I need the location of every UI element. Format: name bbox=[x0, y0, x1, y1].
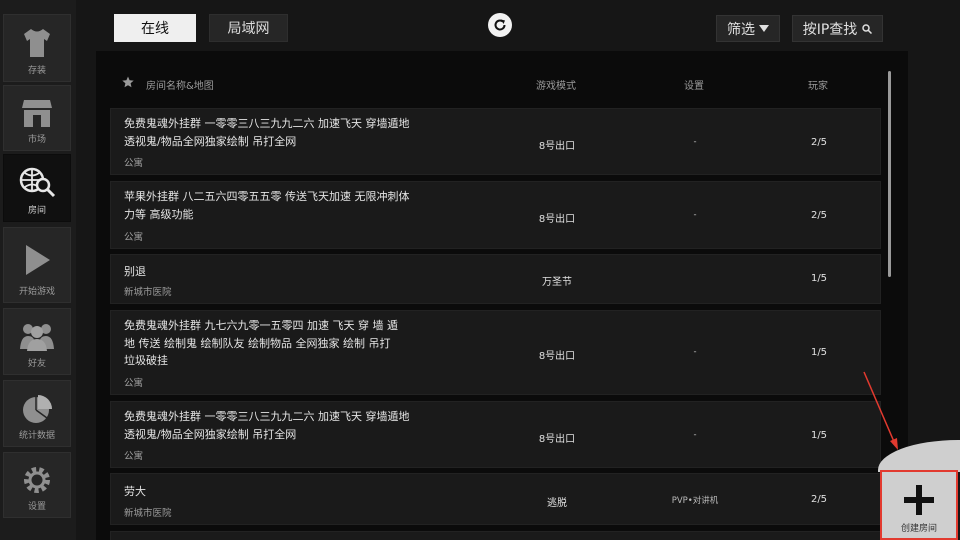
room-map: 公寓 bbox=[124, 232, 144, 243]
room-players: 2/5 bbox=[810, 494, 828, 505]
room-mode: 万圣节 bbox=[542, 277, 572, 288]
room-title: 劳大 bbox=[124, 485, 146, 498]
room-title: 免费鬼魂外挂群 一零零三八三九九二六 加速飞天 穿墙遁地 透视鬼/物品全网独家绘… bbox=[124, 410, 410, 441]
search-icon bbox=[862, 23, 873, 34]
table-row[interactable]: 免费鬼魂外挂群 一零零三八三九九二六 加速飞天 穿墙遁地 透视鬼/物品全网独家绘… bbox=[110, 401, 881, 468]
tab-online[interactable]: 在线 bbox=[114, 14, 196, 42]
shop-icon bbox=[22, 100, 52, 127]
table-row[interactable]: 劳大 新城市医院 逃脱 PVP•对讲机 2/5 bbox=[110, 473, 881, 525]
filter-button[interactable]: 筛选 bbox=[716, 15, 780, 42]
filter-label: 筛选 bbox=[727, 21, 755, 38]
pie-chart-icon bbox=[23, 395, 52, 423]
caret-down-icon bbox=[759, 24, 769, 32]
room-title: 免费鬼魂外挂群 一零零三八三九九二六 加速飞天 穿墙遁地 透视鬼/物品全网独家绘… bbox=[124, 117, 410, 148]
nav-stats[interactable]: 统计数据 bbox=[3, 380, 71, 447]
scrollbar[interactable] bbox=[888, 71, 891, 277]
room-players: 2/5 bbox=[810, 137, 828, 148]
room-players: 2/5 bbox=[810, 210, 828, 221]
nav-label: 统计数据 bbox=[18, 431, 55, 441]
tab-lan[interactable]: 局域网 bbox=[209, 14, 288, 42]
table-row[interactable]: 苹果外挂群 八二五六四零五五零 传送飞天加速 无限冲刺体力等 高级功能 公寓 8… bbox=[110, 181, 881, 249]
plus-icon bbox=[904, 485, 934, 515]
room-title: 别退 bbox=[124, 265, 146, 278]
room-mode: 逃脱 bbox=[547, 498, 567, 509]
gear-icon bbox=[24, 467, 50, 493]
room-settings: - bbox=[693, 137, 697, 147]
nav-market[interactable]: 市场 bbox=[3, 85, 71, 151]
table-row[interactable]: 别退 新城市医院 万圣节 1/5 bbox=[110, 254, 881, 304]
nav-label: 开始游戏 bbox=[18, 287, 55, 297]
room-settings: - bbox=[693, 430, 697, 440]
refresh-icon bbox=[494, 19, 506, 31]
nav-label: 设置 bbox=[27, 502, 46, 512]
create-room-button[interactable]: 创建房间 bbox=[880, 470, 958, 540]
room-settings: - bbox=[693, 210, 697, 220]
header-settings: 设置 bbox=[684, 81, 704, 92]
room-map: 新城市医院 bbox=[124, 287, 172, 298]
globe-search-icon bbox=[19, 167, 56, 198]
nav-label: 房间 bbox=[27, 206, 46, 216]
room-map: 新城市医院 bbox=[124, 508, 172, 519]
ip-search-button[interactable]: 按IP查找 bbox=[792, 15, 883, 42]
friends-icon bbox=[20, 324, 54, 351]
room-map: 公寓 bbox=[124, 158, 144, 169]
room-title: 免费鬼魂外挂群 九七六九零一五零四 加速 飞天 穿 墙 遁地 传送 绘制鬼 绘制… bbox=[124, 319, 398, 367]
room-mode: 8号出口 bbox=[538, 351, 576, 362]
room-players: 1/5 bbox=[810, 347, 828, 358]
room-mode: 8号出口 bbox=[538, 434, 576, 445]
play-icon bbox=[26, 245, 50, 275]
table-row[interactable]: 免费鬼魂外挂群 一零零三八三九九二六 加速飞天 穿墙遁地 透视鬼/物品全网独家绘… bbox=[110, 108, 881, 175]
nav-friends[interactable]: 好友 bbox=[3, 308, 71, 375]
nav-wardrobe[interactable]: 存装 bbox=[3, 14, 71, 82]
sidebar: 存装 市场 房间 开始游戏 好友 统计数据 设置 bbox=[0, 0, 76, 540]
room-settings: - bbox=[693, 347, 697, 357]
ip-search-label: 按IP查找 bbox=[802, 21, 858, 38]
header-name: 房间名称&地图 bbox=[146, 81, 214, 92]
room-mode: 8号出口 bbox=[538, 141, 576, 152]
nav-settings[interactable]: 设置 bbox=[3, 452, 71, 518]
room-map: 公寓 bbox=[124, 451, 144, 462]
header-mode: 游戏模式 bbox=[536, 81, 576, 92]
nav-label: 好友 bbox=[27, 359, 46, 369]
room-list-panel: 房间名称&地图 游戏模式 设置 玩家 免费鬼魂外挂群 一零零三八三九九二六 加速… bbox=[96, 51, 908, 540]
shirt-icon bbox=[24, 29, 50, 57]
star-icon[interactable] bbox=[122, 76, 134, 88]
refresh-button[interactable] bbox=[488, 13, 512, 37]
create-room-label: 创建房间 bbox=[900, 524, 937, 534]
room-players: 1/5 bbox=[810, 430, 828, 441]
room-players: 1/5 bbox=[810, 273, 828, 284]
table-row[interactable]: 免费鬼魂外挂群 九七六九零一五零四 加速 飞天 穿 墙 遁地 传送 绘制鬼 绘制… bbox=[110, 310, 881, 395]
nav-room[interactable]: 房间 bbox=[3, 154, 71, 222]
nav-label: 市场 bbox=[27, 135, 46, 145]
room-title: 苹果外挂群 八二五六四零五五零 传送飞天加速 无限冲刺体力等 高级功能 bbox=[124, 190, 410, 221]
room-mode: 8号出口 bbox=[538, 214, 576, 225]
room-map: 公寓 bbox=[124, 378, 144, 389]
header-players: 玩家 bbox=[808, 81, 828, 92]
table-header: 房间名称&地图 游戏模式 设置 玩家 bbox=[96, 51, 886, 111]
room-settings: PVP•对讲机 bbox=[671, 496, 719, 506]
nav-label: 存装 bbox=[27, 66, 46, 76]
table-row[interactable] bbox=[110, 531, 881, 540]
nav-start-game[interactable]: 开始游戏 bbox=[3, 227, 71, 303]
